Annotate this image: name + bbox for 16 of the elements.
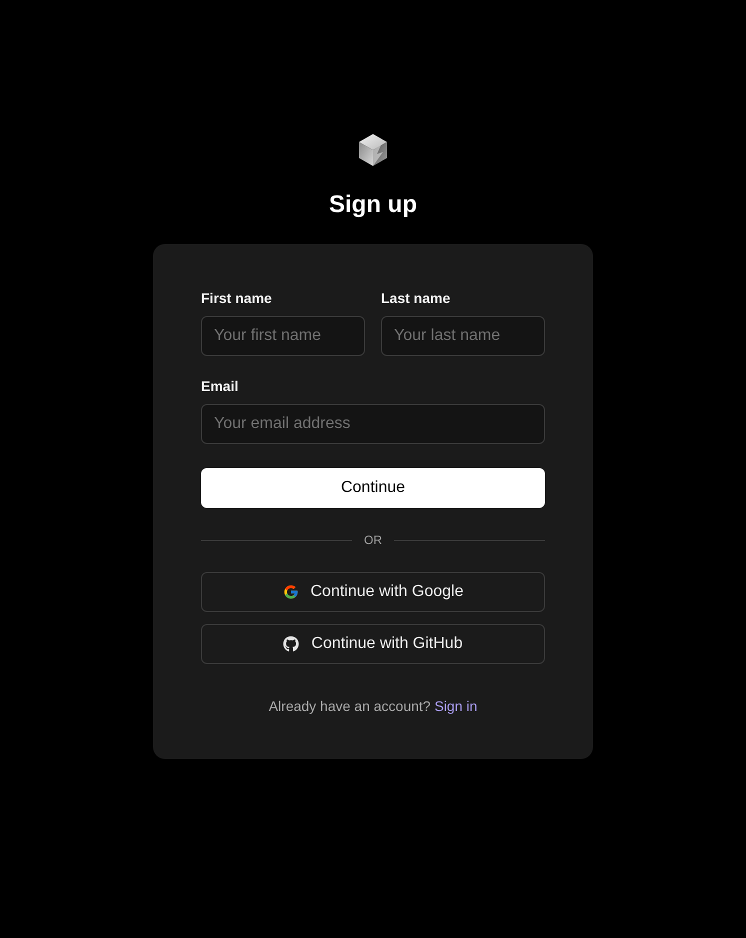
sign-in-link[interactable]: Sign in: [434, 698, 478, 714]
page-title: Sign up: [329, 190, 417, 220]
continue-button[interactable]: Continue: [201, 468, 545, 508]
cube-icon: [357, 133, 389, 167]
google-signin-button[interactable]: Continue with Google: [201, 572, 545, 612]
github-signin-button[interactable]: Continue with GitHub: [201, 624, 545, 664]
field-label: Email: [201, 377, 240, 396]
divider-label: OR: [364, 532, 382, 548]
text-field[interactable]: Your last name: [381, 316, 545, 356]
field-label: Last name: [381, 289, 452, 308]
text-field[interactable]: Your email address: [201, 404, 545, 444]
text-field[interactable]: Your first name: [201, 316, 365, 356]
google-g-icon: [282, 584, 298, 600]
field-label: First name: [201, 289, 273, 308]
octocat-icon: [283, 636, 300, 652]
account-prompt: Already have an account? Sign in: [268, 697, 478, 716]
